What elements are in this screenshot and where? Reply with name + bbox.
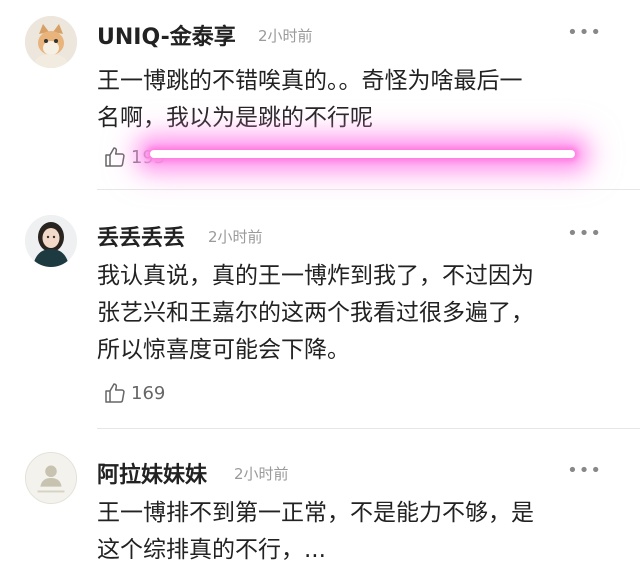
comment-text: 王一博跳的不错唉真的。。奇怪为啥最后一 名啊，我以为是跳的不行呢 xyxy=(97,63,607,137)
timestamp: 2小时前 xyxy=(258,27,313,45)
comment-line: 王一博跳的不错唉真的。。奇怪为啥最后一 xyxy=(97,68,523,94)
username[interactable]: UNIQ-金泰享 xyxy=(97,19,236,51)
avatar[interactable] xyxy=(25,215,77,267)
comment-item: 丢丢丢丢 2小时前 ••• 我认真说，真的王一博炸到我了，不过因为 张艺兴和王嘉… xyxy=(0,190,640,430)
more-dots-icon[interactable]: ••• xyxy=(567,223,602,244)
more-dots-icon[interactable]: ••• xyxy=(567,460,602,481)
timestamp: 2小时前 xyxy=(208,228,263,246)
thumbs-up-icon xyxy=(105,383,125,403)
like-count: 169 xyxy=(131,382,166,404)
divider xyxy=(97,428,640,429)
comment-text: 我认真说，真的王一博炸到我了，不过因为 张艺兴和王嘉尔的这两个我看过很多遍了， … xyxy=(97,258,607,369)
username[interactable]: 丢丢丢丢 xyxy=(97,220,185,252)
username[interactable]: 阿拉妹妹妹 xyxy=(97,457,207,489)
comment-line: 王一博排不到第一正常，不是能力不够，是 xyxy=(97,500,534,526)
comment-item: UNIQ-金泰享 2小时前 ••• 王一博跳的不错唉真的。。奇怪为啥最后一 名啊… xyxy=(0,0,640,190)
comment-line: 我认真说，真的王一博炸到我了，不过因为 xyxy=(97,263,534,289)
like-button[interactable]: 169 xyxy=(103,381,165,405)
comment-line: 所以惊喜度可能会下降。 xyxy=(97,337,350,363)
default-avatar-image xyxy=(26,453,76,503)
comment-item: 阿拉妹妹妹 2小时前 ••• 王一博排不到第一正常，不是能力不够，是 这个综排真… xyxy=(0,430,640,563)
avatar[interactable] xyxy=(25,16,77,68)
girl-avatar-image xyxy=(25,215,77,267)
highlight-redaction-mark xyxy=(150,150,575,158)
comment-line: 这个综排真的不行，... xyxy=(97,537,326,563)
more-dots-icon[interactable]: ••• xyxy=(567,22,602,43)
thumbs-up-icon xyxy=(105,147,125,167)
comment-line: 张艺兴和王嘉尔的这两个我看过很多遍了， xyxy=(97,300,534,326)
avatar[interactable] xyxy=(25,452,77,504)
cat-avatar-image xyxy=(25,16,77,68)
comment-text: 王一博排不到第一正常，不是能力不够，是 这个综排真的不行，... xyxy=(97,495,607,569)
timestamp: 2小时前 xyxy=(234,465,289,483)
comment-line: 名啊，我以为是跳的不行呢 xyxy=(97,105,373,131)
